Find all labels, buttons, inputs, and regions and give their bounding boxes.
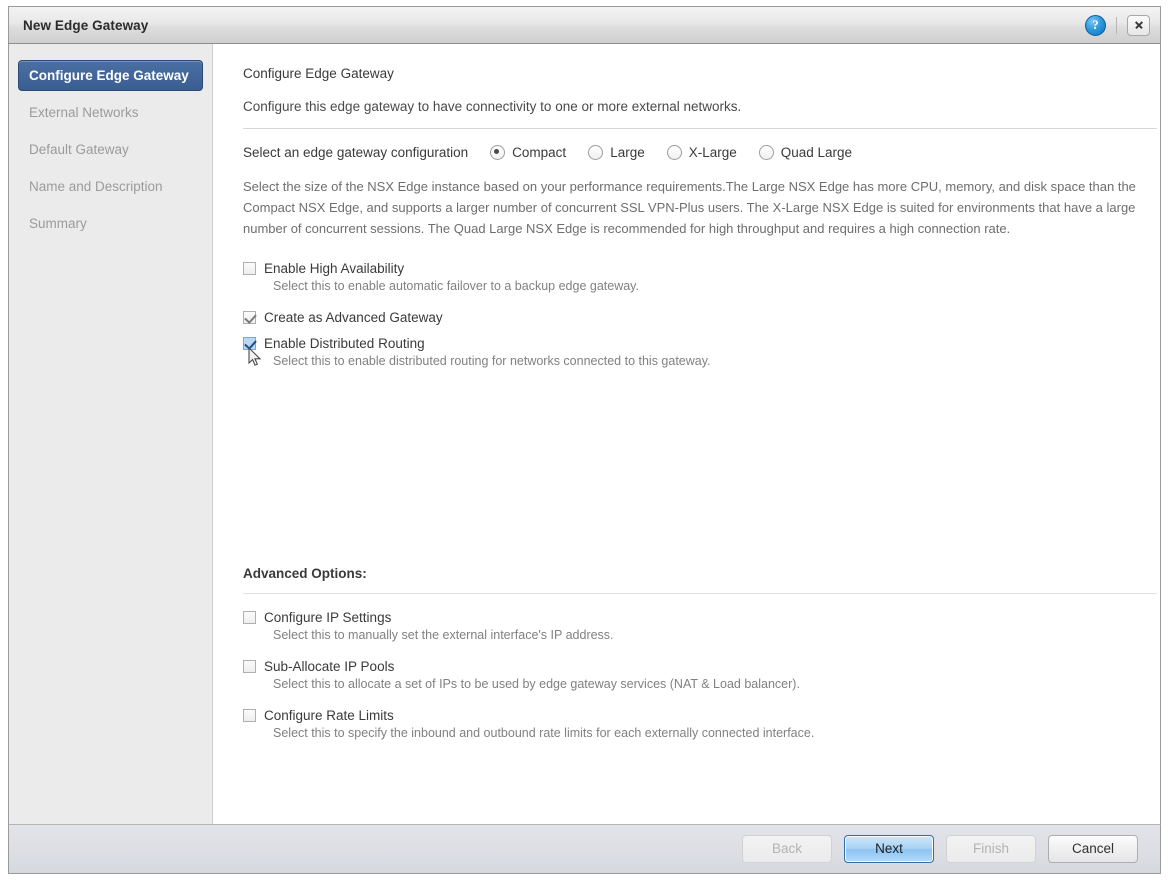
page-title: Configure Edge Gateway <box>243 66 1136 81</box>
dialog-body: Configure Edge Gateway External Networks… <box>8 44 1161 828</box>
checkbox-sub-allocate-ip-pools[interactable]: Sub-Allocate IP Pools <box>243 659 1136 674</box>
dialog-footer: Back Next Finish Cancel <box>8 824 1161 874</box>
sidebar-item-default-gateway[interactable]: Default Gateway <box>18 134 203 165</box>
radio-label: Quad Large <box>781 145 852 160</box>
radio-icon <box>490 145 505 160</box>
sidebar-item-label: Default Gateway <box>29 142 129 157</box>
finish-button[interactable]: Finish <box>946 835 1036 863</box>
wizard-steps-sidebar: Configure Edge Gateway External Networks… <box>9 44 213 828</box>
radio-option-x-large[interactable]: X-Large <box>667 145 737 160</box>
checkbox-create-as-advanced-gateway[interactable]: Create as Advanced Gateway <box>243 310 1136 325</box>
dialog-title: New Edge Gateway <box>23 18 1085 33</box>
checkbox-hint: Select this to allocate a set of IPs to … <box>273 677 1136 691</box>
checkbox-icon <box>243 337 256 350</box>
sidebar-item-configure-edge-gateway[interactable]: Configure Edge Gateway <box>18 60 203 91</box>
sidebar-item-label: Summary <box>29 216 87 231</box>
checkbox-icon <box>243 311 256 324</box>
sidebar-item-label: External Networks <box>29 105 139 120</box>
radio-icon <box>667 145 682 160</box>
checkbox-hint: Select this to manually set the external… <box>273 628 1136 642</box>
divider-advanced <box>243 593 1157 594</box>
radio-icon <box>759 145 774 160</box>
radio-option-quad-large[interactable]: Quad Large <box>759 145 852 160</box>
checkbox-label: Enable High Availability <box>264 261 404 276</box>
dialog-titlebar: New Edge Gateway ? <box>8 6 1161 44</box>
sidebar-item-external-networks[interactable]: External Networks <box>18 97 203 128</box>
checkbox-hint: Select this to specify the inbound and o… <box>273 726 1136 740</box>
advanced-options-title: Advanced Options: <box>243 566 1136 581</box>
checkbox-enable-high-availability[interactable]: Enable High Availability <box>243 261 1136 276</box>
sidebar-item-label: Configure Edge Gateway <box>29 68 189 83</box>
divider-top <box>243 128 1157 129</box>
checkbox-icon <box>243 262 256 275</box>
radio-icon <box>588 145 603 160</box>
edge-gateway-configuration-group: Select an edge gateway configuration Com… <box>243 145 1136 160</box>
checkbox-icon <box>243 611 256 624</box>
checkbox-hint: Select this to enable automatic failover… <box>273 279 1136 293</box>
checkbox-configure-ip-settings[interactable]: Configure IP Settings <box>243 610 1136 625</box>
wizard-content-pane: Configure Edge Gateway Configure this ed… <box>213 44 1160 828</box>
advanced-options-section: Advanced Options: Configure IP Settings … <box>243 566 1136 740</box>
checkbox-icon <box>243 660 256 673</box>
titlebar-divider <box>1116 17 1117 34</box>
close-icon[interactable] <box>1127 15 1150 36</box>
radio-label: Compact <box>512 145 566 160</box>
gateway-options-group: Enable High Availability Select this to … <box>243 261 1136 368</box>
radio-option-compact[interactable]: Compact <box>490 145 566 160</box>
next-button[interactable]: Next <box>844 835 934 863</box>
titlebar-actions: ? <box>1085 15 1154 36</box>
sidebar-item-summary[interactable]: Summary <box>18 208 203 239</box>
checkbox-icon <box>243 709 256 722</box>
checkbox-label: Create as Advanced Gateway <box>264 310 443 325</box>
page-description: Configure this edge gateway to have conn… <box>243 99 1136 114</box>
radio-label: Large <box>610 145 645 160</box>
size-description-text: Select the size of the NSX Edge instance… <box>243 176 1157 239</box>
checkbox-label: Configure Rate Limits <box>264 708 394 723</box>
new-edge-gateway-dialog: New Edge Gateway ? Configure Edge Gatewa… <box>0 0 1169 880</box>
back-button[interactable]: Back <box>742 835 832 863</box>
help-circle-icon[interactable]: ? <box>1085 15 1106 36</box>
checkbox-enable-distributed-routing[interactable]: Enable Distributed Routing <box>243 336 1136 351</box>
sidebar-item-name-and-description[interactable]: Name and Description <box>18 171 203 202</box>
radio-option-large[interactable]: Large <box>588 145 645 160</box>
checkbox-label: Enable Distributed Routing <box>264 336 425 351</box>
radio-label: X-Large <box>689 145 737 160</box>
checkbox-configure-rate-limits[interactable]: Configure Rate Limits <box>243 708 1136 723</box>
sidebar-item-label: Name and Description <box>29 179 163 194</box>
mouse-cursor-icon <box>248 347 262 367</box>
checkbox-hint: Select this to enable distributed routin… <box>273 354 1136 368</box>
configuration-label: Select an edge gateway configuration <box>243 145 468 160</box>
checkbox-label: Configure IP Settings <box>264 610 391 625</box>
cancel-button[interactable]: Cancel <box>1048 835 1138 863</box>
checkbox-label: Sub-Allocate IP Pools <box>264 659 394 674</box>
